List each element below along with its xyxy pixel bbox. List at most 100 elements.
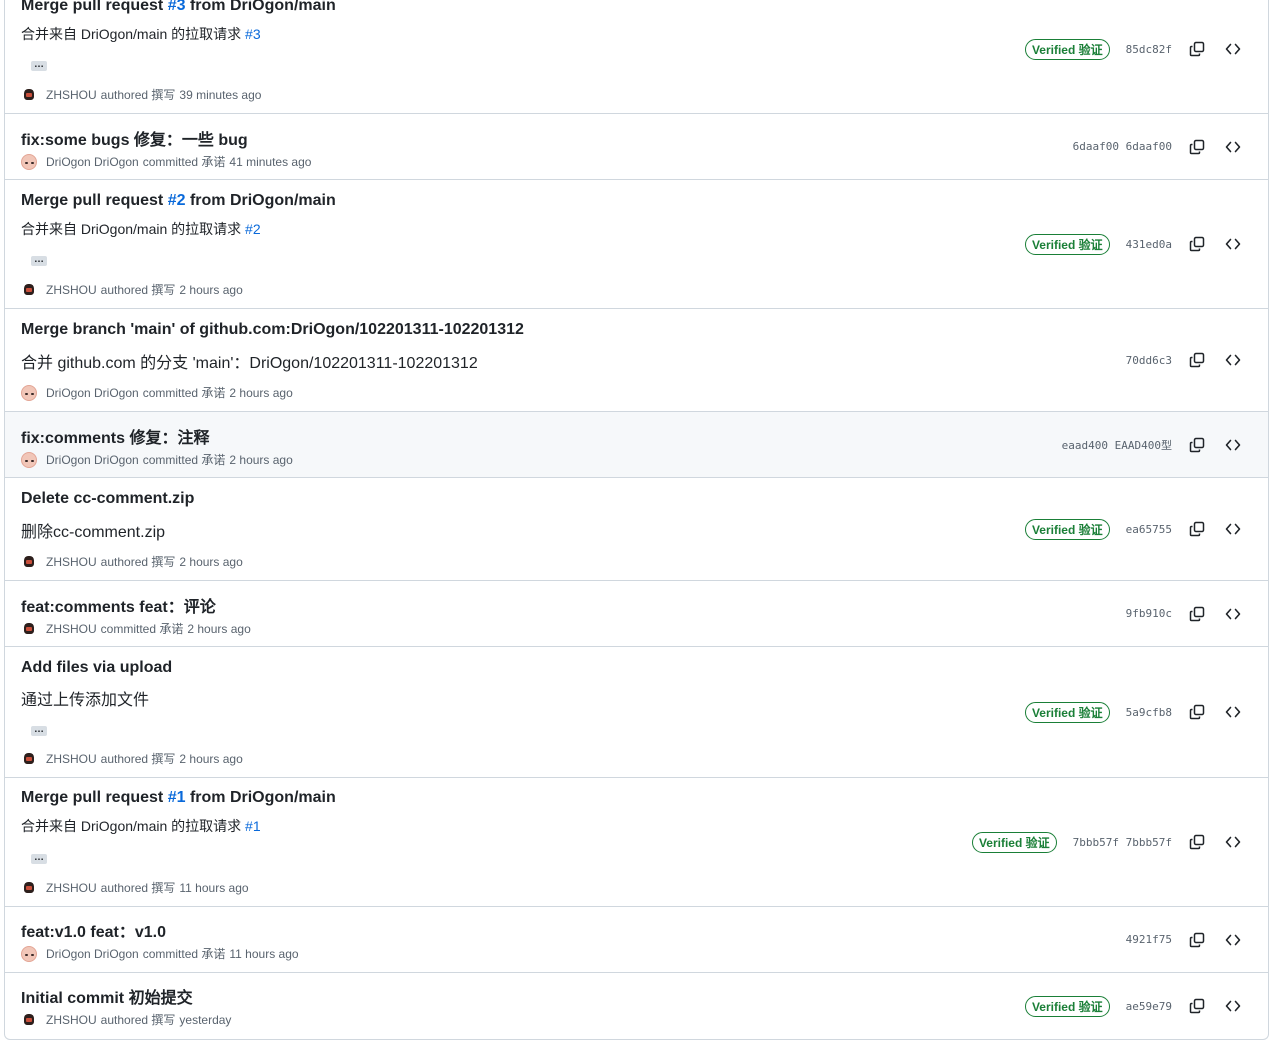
commit-action: authored 撰写 [100,555,176,569]
avatar[interactable] [21,553,37,570]
commit-title[interactable]: feat:comments feat：评论 [21,593,216,617]
expand-ellipsis-button[interactable]: … [31,255,47,266]
expand-ellipsis-button[interactable]: … [31,853,47,864]
commit-time: 2 hours ago [179,554,243,569]
commit-time: 2 hours ago [179,282,243,297]
browse-code-icon[interactable] [1222,38,1244,60]
commit-meta: DriOgon DriOgon committed 承诺 11 hours ag… [21,945,299,962]
avatar[interactable] [21,750,37,767]
commit-description: 通过上传添加文件 [21,692,150,709]
pr-link[interactable]: #2 [168,192,186,209]
copy-icon[interactable] [1186,929,1208,951]
verified-badge[interactable]: Verified 验证 [1024,233,1110,255]
copy-icon[interactable] [1186,701,1208,723]
commit-time: 2 hours ago [229,385,293,400]
pr-link[interactable]: #1 [245,818,261,834]
author-name[interactable]: DriOgon DriOgon [46,155,139,169]
browse-code-icon[interactable] [1222,434,1244,456]
commit-action: authored 撰写 [100,1013,176,1027]
commit-meta: ZHSHOU authored 撰写 2 hours ago [21,281,243,298]
commit-title[interactable]: Merge pull request #2 from DriOgon/main [21,192,336,210]
author-name[interactable]: DriOgon DriOgon [46,453,139,467]
copy-icon[interactable] [1186,434,1208,456]
commit-title[interactable]: Merge pull request #1 from DriOgon/main [21,789,336,807]
commit-sha-link[interactable]: 7bbb57f 7bbb57f [1073,836,1172,849]
copy-icon[interactable] [1186,518,1208,540]
commit-description: 合并 github.com 的分支 'main'：DriOgon/1022013… [21,355,478,372]
expand-ellipsis-button[interactable]: … [31,725,47,736]
commit-time: 11 hours ago [229,946,299,961]
copy-icon[interactable] [1186,603,1208,625]
commit-title[interactable]: Initial commit 初始提交 [21,984,193,1008]
browse-code-icon[interactable] [1222,349,1244,371]
commit-sha-link[interactable]: 431ed0a [1126,238,1172,251]
author-name[interactable]: DriOgon DriOgon [46,947,139,961]
avatar[interactable] [21,153,37,170]
commit-title[interactable]: Delete cc-comment.zip [21,490,194,508]
browse-code-icon[interactable] [1222,233,1244,255]
copy-icon[interactable] [1186,831,1208,853]
commit-title[interactable]: fix:some bugs 修复：一些 bug [21,126,248,150]
author-name[interactable]: ZHSHOU [46,283,97,297]
copy-icon[interactable] [1186,38,1208,60]
browse-code-icon[interactable] [1222,136,1244,158]
commit-sha-link[interactable]: 85dc82f [1126,43,1172,56]
copy-icon[interactable] [1186,349,1208,371]
commit-title[interactable]: feat:v1.0 feat：v1.0 [21,918,166,942]
avatar[interactable] [21,879,37,896]
avatar[interactable] [21,451,37,468]
verified-badge[interactable]: Verified 验证 [971,831,1057,853]
verified-badge[interactable]: Verified 验证 [1024,701,1110,723]
commit-meta: DriOgon DriOgon committed 承诺 41 minutes … [21,153,311,170]
author-name[interactable]: ZHSHOU [46,752,97,766]
browse-code-icon[interactable] [1222,995,1244,1017]
expand-ellipsis-button[interactable]: … [31,60,47,71]
verified-badge[interactable]: Verified 验证 [1024,518,1110,540]
author-name[interactable]: ZHSHOU [46,1013,97,1027]
avatar[interactable] [21,86,37,103]
commit-title[interactable]: Add files via upload [21,659,172,677]
avatar[interactable] [21,620,37,637]
commit-action: authored 撰写 [100,752,176,766]
avatar[interactable] [21,281,37,298]
commit-sha-link[interactable]: eaad400 EAAD400型 [1062,437,1172,453]
commit-time: 39 minutes ago [179,87,262,102]
pr-link[interactable]: #2 [245,221,261,237]
browse-code-icon[interactable] [1222,929,1244,951]
commit-sha-link[interactable]: 70dd6c3 [1126,354,1172,367]
avatar[interactable] [21,1011,37,1028]
author-name[interactable]: ZHSHOU [46,881,97,895]
pr-link[interactable]: #1 [168,789,186,806]
commit-sha-link[interactable]: ea65755 [1126,523,1172,536]
commit-title[interactable]: fix:comments 修复：注释 [21,424,209,448]
copy-icon[interactable] [1186,233,1208,255]
commit-meta: ZHSHOU authored 撰写 11 hours ago [21,879,249,896]
avatar[interactable] [21,384,37,401]
commit-sha-link[interactable]: 5a9cfb8 [1126,706,1172,719]
commit-title[interactable]: Merge branch 'main' of github.com:DriOgo… [21,321,524,339]
browse-code-icon[interactable] [1222,518,1244,540]
author-name[interactable]: ZHSHOU [46,555,97,569]
author-name[interactable]: DriOgon DriOgon [46,386,139,400]
commit-sha-link[interactable]: ae59e79 [1126,1000,1172,1013]
commit-sha-link[interactable]: 4921f75 [1126,933,1172,946]
author-name[interactable]: ZHSHOU [46,88,97,102]
copy-icon[interactable] [1186,995,1208,1017]
copy-icon[interactable] [1186,136,1208,158]
avatar[interactable] [21,945,37,962]
browse-code-icon[interactable] [1222,831,1244,853]
commit-sha-link[interactable]: 6daaf00 6daaf00 [1073,140,1172,153]
commit-meta: ZHSHOU committed 承诺 2 hours ago [21,620,251,637]
pr-link[interactable]: #3 [245,26,261,42]
browse-code-icon[interactable] [1222,701,1244,723]
commit-action: authored 撰写 [100,881,176,895]
browse-code-icon[interactable] [1222,603,1244,625]
commit-row: Merge pull request #3 from DriOgon/main … [5,0,1268,113]
verified-badge[interactable]: Verified 验证 [1024,995,1110,1017]
author-name[interactable]: ZHSHOU [46,622,97,636]
commit-title[interactable]: Merge pull request #3 from DriOgon/main [21,0,336,15]
commit-sha-link[interactable]: 9fb910c [1126,607,1172,620]
pr-link[interactable]: #3 [168,0,186,14]
commit-row: Delete cc-comment.zip 删除cc-comment.zip Z… [5,477,1268,580]
verified-badge[interactable]: Verified 验证 [1024,38,1110,60]
